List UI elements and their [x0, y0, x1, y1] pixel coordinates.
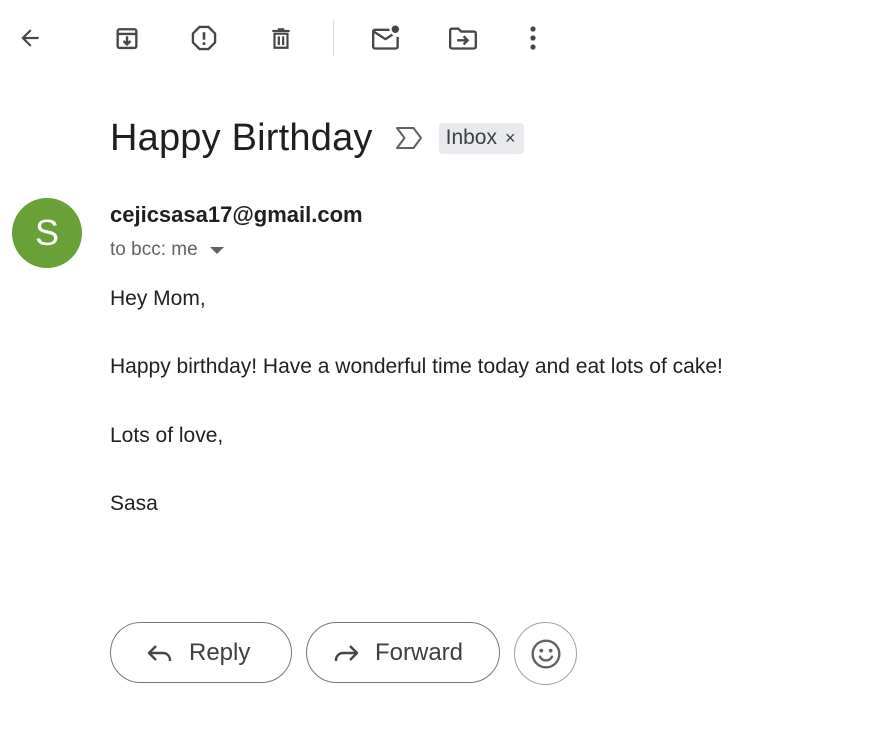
forward-icon: [331, 638, 361, 668]
body-line: Lots of love,: [110, 424, 224, 447]
email-subject: Happy Birthday: [110, 116, 373, 159]
delete-button[interactable]: [261, 18, 301, 58]
importance-marker[interactable]: [395, 125, 423, 151]
more-options-button[interactable]: [513, 18, 553, 58]
email-toolbar: [0, 0, 894, 76]
back-button[interactable]: [10, 18, 50, 58]
label-chip-text: Inbox: [445, 126, 497, 149]
emoji-icon: [530, 638, 561, 669]
recipients-text: to bcc: me: [110, 239, 198, 260]
avatar[interactable]: S: [12, 198, 82, 268]
delete-icon: [272, 28, 290, 49]
recipients-line: to bcc: me: [110, 239, 224, 261]
mark-unread-icon: [372, 25, 400, 50]
reply-icon: [145, 638, 175, 668]
archive-icon: [116, 28, 138, 50]
reply-button[interactable]: Reply: [110, 622, 292, 683]
move-to-button[interactable]: [443, 18, 483, 58]
archive-button[interactable]: [107, 18, 147, 58]
sender-email[interactable]: cejicsasa17@gmail.com: [110, 202, 363, 228]
mark-unread-button[interactable]: [366, 18, 406, 58]
reply-label: Reply: [189, 638, 251, 666]
report-spam-button[interactable]: [184, 18, 224, 58]
back-arrow-icon: [21, 29, 39, 47]
report-spam-icon: [191, 25, 217, 51]
forward-label: Forward: [375, 638, 464, 666]
avatar-initial: S: [34, 212, 59, 253]
toolbar-divider: [333, 20, 334, 56]
body-line: Hey Mom,: [110, 287, 206, 310]
importance-icon: [395, 127, 422, 149]
emoji-reaction-button[interactable]: [514, 622, 577, 685]
move-to-icon: [449, 27, 477, 50]
forward-button[interactable]: Forward: [306, 622, 500, 683]
body-line: Sasa: [110, 492, 158, 515]
remove-label-icon[interactable]: ×: [505, 129, 516, 147]
subject-row: Happy Birthday Inbox ×: [110, 112, 524, 164]
more-options-icon: [530, 26, 536, 50]
show-details-icon[interactable]: [209, 246, 224, 254]
body-line: Happy birthday! Have a wonderful time to…: [110, 355, 723, 378]
inbox-label-chip: Inbox ×: [438, 122, 524, 154]
